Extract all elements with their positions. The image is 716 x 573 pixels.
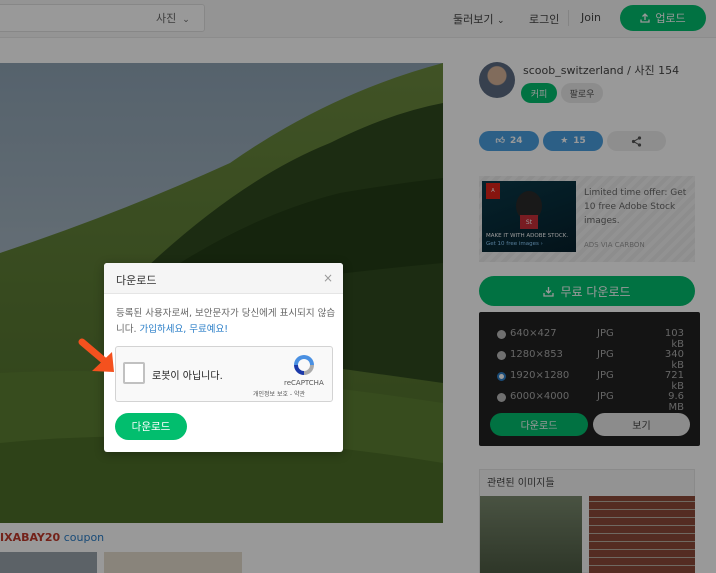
recaptcha-checkbox[interactable]	[123, 362, 145, 384]
modal-download-button[interactable]: 다운로드	[115, 413, 187, 440]
arrow-pointer-icon	[78, 338, 114, 372]
modal-title: 다운로드	[116, 274, 157, 287]
recaptcha-links[interactable]: 개인정보 보호 - 약관	[253, 389, 305, 398]
close-icon[interactable]: ×	[323, 271, 333, 285]
recaptcha-brand: reCAPTCHA	[284, 379, 324, 387]
modal-message: 등록된 사용자로써, 보안문자가 당신에게 표시되지 않습니다. 가입하세요, …	[116, 306, 338, 338]
recaptcha-label: 로봇이 아닙니다.	[152, 371, 223, 382]
recaptcha-logo-icon	[294, 355, 314, 375]
signup-link[interactable]: 가입하세요, 무료예요!	[140, 324, 229, 335]
